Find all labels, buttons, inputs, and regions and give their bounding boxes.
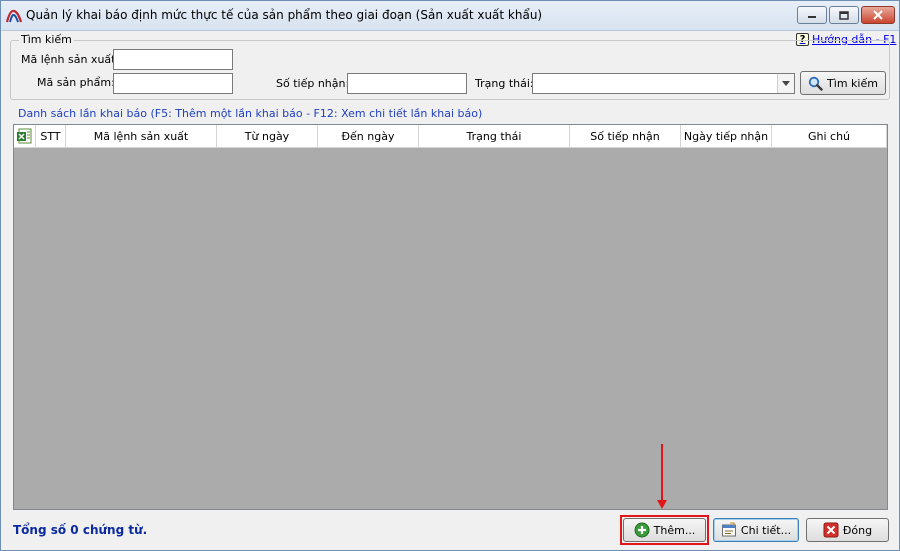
column-header-production-order[interactable]: Mã lệnh sản xuất	[66, 125, 217, 148]
total-count-text: Tổng số 0 chứng từ.	[13, 523, 148, 537]
search-group-title: Tìm kiếm	[19, 33, 74, 46]
status-dropdown-button[interactable]	[777, 74, 794, 93]
excel-export-icon	[17, 128, 32, 144]
grid-export-cell[interactable]	[14, 125, 36, 148]
close-icon	[873, 10, 883, 20]
minimize-button[interactable]	[797, 6, 827, 24]
production-order-input[interactable]	[113, 49, 233, 70]
close-button[interactable]: Đóng	[806, 518, 889, 542]
search-button[interactable]: Tìm kiếm	[800, 71, 886, 95]
product-code-label: Mã sản phẩm:	[37, 76, 115, 89]
annotation-arrow-head	[657, 500, 667, 509]
title-bar[interactable]: Quản lý khai báo định mức thực tế của sả…	[1, 1, 899, 31]
chevron-down-icon	[782, 81, 790, 86]
column-header-to-date[interactable]: Đến ngày	[318, 125, 419, 148]
product-code-input[interactable]	[113, 73, 233, 94]
annotation-arrow-line	[661, 444, 663, 502]
status-select[interactable]	[532, 73, 795, 94]
production-order-label: Mã lệnh sản xuất:	[21, 53, 120, 66]
column-header-status[interactable]: Trạng thái	[419, 125, 570, 148]
grid-header: STT Mã lệnh sản xuất Từ ngày Đến ngày Tr…	[14, 125, 887, 148]
detail-form-icon	[721, 522, 736, 537]
column-header-stt[interactable]: STT	[36, 125, 66, 148]
status-label: Trạng thái:	[475, 77, 534, 90]
column-header-note[interactable]: Ghi chú	[772, 125, 887, 148]
close-window-button[interactable]	[861, 6, 895, 24]
receipt-number-label: Số tiếp nhận:	[276, 77, 350, 90]
column-header-receipt-number[interactable]: Số tiếp nhận	[570, 125, 681, 148]
magnifier-icon	[808, 76, 823, 91]
app-logo-icon	[6, 9, 22, 23]
detail-button-label: Chi tiết...	[740, 523, 792, 537]
close-button-label: Đóng	[842, 523, 873, 537]
minimize-icon	[808, 16, 816, 18]
column-header-receipt-date[interactable]: Ngày tiếp nhận	[681, 125, 772, 148]
detail-button[interactable]: Chi tiết...	[713, 518, 799, 542]
column-header-from-date[interactable]: Từ ngày	[217, 125, 318, 148]
list-group-title: Danh sách lần khai báo (F5: Thêm một lần…	[18, 107, 483, 120]
maximize-icon	[839, 10, 849, 20]
main-window: Quản lý khai báo định mức thực tế của sả…	[0, 0, 900, 551]
close-x-icon	[823, 522, 839, 538]
search-button-label: Tìm kiếm	[827, 76, 878, 90]
maximize-button[interactable]	[829, 6, 859, 24]
receipt-number-input[interactable]	[347, 73, 467, 94]
annotation-highlight-box	[620, 515, 709, 545]
window-title: Quản lý khai báo định mức thực tế của sả…	[26, 8, 543, 22]
declaration-grid[interactable]: STT Mã lệnh sản xuất Từ ngày Đến ngày Tr…	[13, 124, 888, 510]
